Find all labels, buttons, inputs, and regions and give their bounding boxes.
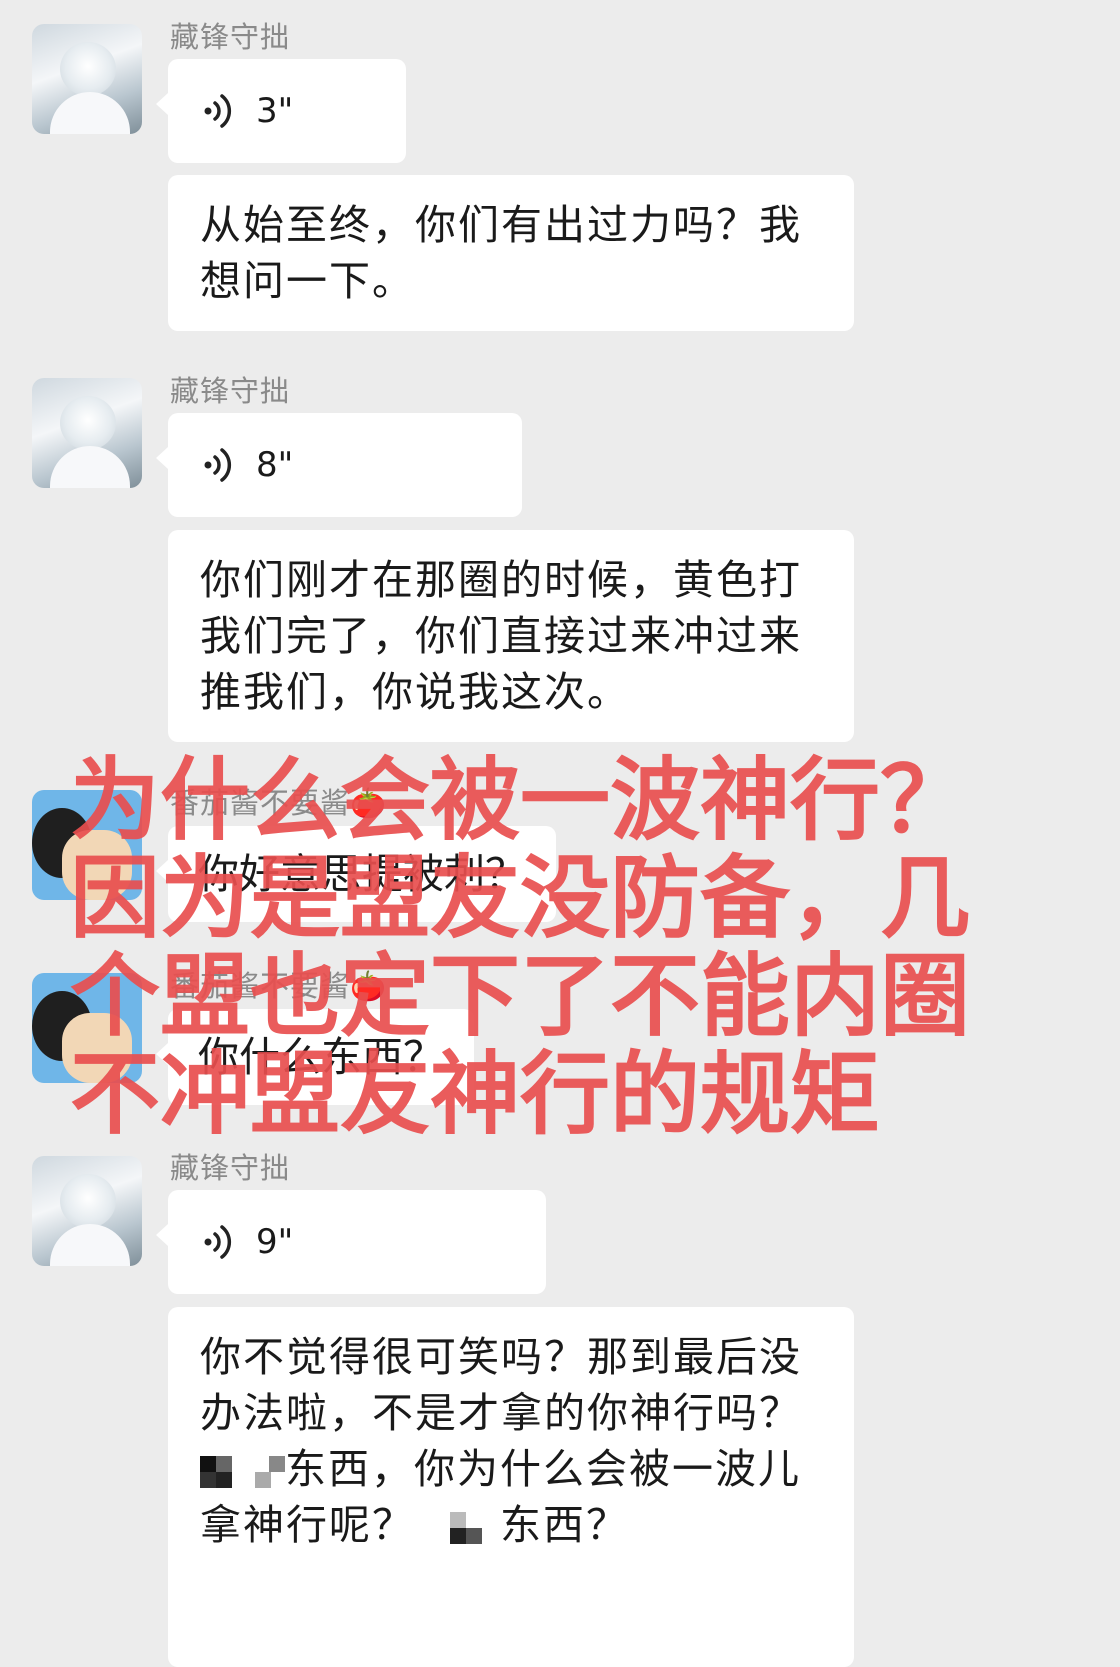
overlay-caption: 为什么会被一波神行？因为是盟友没防备，几个盟也定下了不能内圈不冲盟友神行的规矩 — [70, 748, 970, 1147]
voice-duration: 3" — [256, 91, 294, 131]
censor-mosaic-icon — [430, 1510, 500, 1546]
voice-message[interactable]: 9" — [156, 1190, 546, 1294]
voice-duration: 9" — [256, 1222, 294, 1262]
avatar[interactable] — [32, 1156, 142, 1266]
sender-name: 藏锋守拙 — [170, 374, 291, 408]
voice-wave-icon — [204, 1225, 232, 1259]
text-line: 办法啦，不是才拿的你神行吗？ — [200, 1389, 802, 1437]
avatar[interactable] — [32, 378, 142, 488]
voice-wave-icon — [204, 448, 232, 482]
text-message: 从始至终，你们有出过力吗？我想问一下。 — [168, 175, 854, 331]
avatar[interactable] — [32, 24, 142, 134]
censor-mosaic-icon — [255, 1454, 286, 1490]
voice-message[interactable]: 8" — [156, 413, 522, 517]
voice-message[interactable]: 3" — [156, 59, 406, 163]
censor-mosaic-icon — [200, 1454, 240, 1490]
voice-duration: 8" — [256, 445, 294, 485]
text-line: 拿神行呢？ 东西？ — [200, 1501, 630, 1549]
sender-name: 藏锋守拙 — [170, 20, 291, 54]
text-message: 你们刚才在那圈的时候，黄色打我们完了，你们直接过来冲过来推我们，你说我这次。 — [168, 530, 854, 742]
text-line: 东西，你为什么会被一波儿 — [200, 1441, 824, 1497]
sender-name: 藏锋守拙 — [170, 1151, 291, 1185]
text-line: 你不觉得很可笑吗？那到最后没 — [200, 1333, 802, 1381]
voice-wave-icon — [204, 94, 232, 128]
text-message: 你不觉得很可笑吗？那到最后没 办法啦，不是才拿的你神行吗？ 东西，你为什么会被一… — [168, 1307, 854, 1667]
